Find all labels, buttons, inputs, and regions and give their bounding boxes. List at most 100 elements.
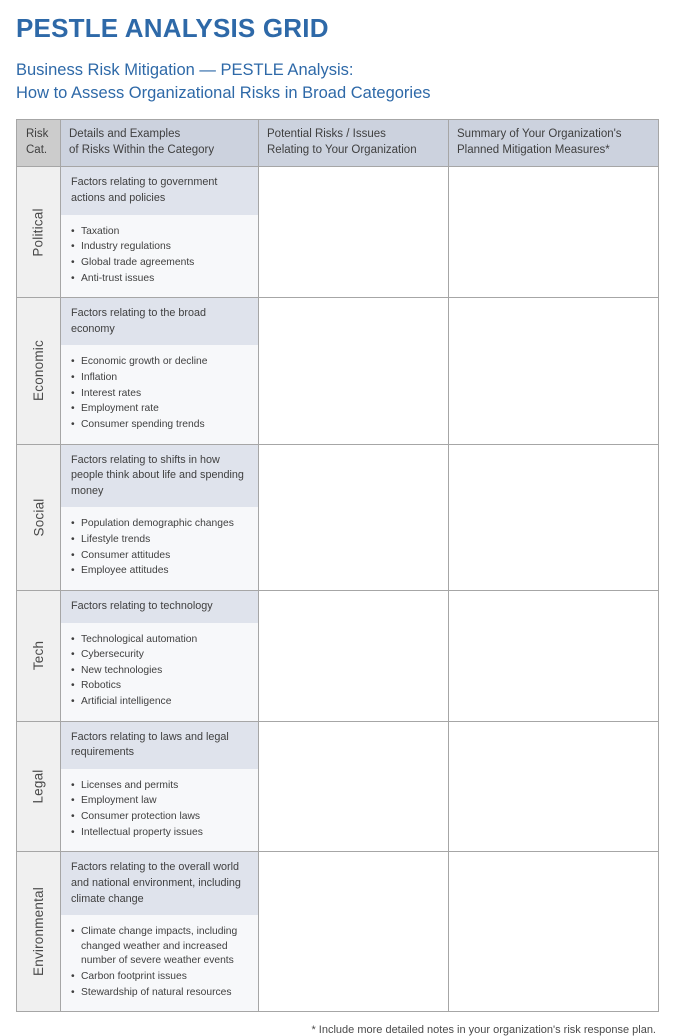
list-item: Interest rates: [71, 387, 250, 402]
list-item: Inflation: [71, 371, 250, 386]
risk-category-label: Economic: [31, 340, 46, 402]
details-cell: Factors relating to shifts in how people…: [60, 443, 259, 591]
mitigation-summary-cell[interactable]: [448, 166, 659, 299]
list-item: Anti-trust issues: [71, 272, 250, 287]
table-row: TechFactors relating to technologyTechno…: [16, 589, 659, 722]
risk-category-cell: Social: [16, 443, 61, 591]
details-cell: Factors relating to the overall world an…: [60, 851, 259, 1013]
risk-category-cell: Tech: [16, 589, 61, 722]
mitigation-summary-cell[interactable]: [448, 297, 659, 445]
table-header-row: Risk Cat. Details and Examples of Risks …: [16, 119, 659, 168]
risk-category-rotated-label: Tech: [17, 591, 60, 721]
header-details-line-2: of Risks Within the Category: [69, 143, 215, 156]
risk-category-rotated-label: Legal: [17, 722, 60, 852]
table-row: Legal Factors relating to laws and legal …: [16, 720, 659, 853]
footnote: * Include more detailed notes in your or…: [311, 1024, 656, 1036]
list-item: Employment law: [71, 794, 250, 809]
list-item: Economic growth or decline: [71, 355, 250, 370]
mitigation-summary-cell[interactable]: [448, 851, 659, 1013]
list-item: Consumer attitudes: [71, 549, 250, 564]
table-row: Environmental Factors relating to the ove…: [16, 851, 659, 1013]
list-item: Climate change impacts, including change…: [71, 925, 250, 969]
details-bullet-list: TaxationIndustry regulationsGlobal trade…: [61, 214, 258, 298]
potential-risks-cell[interactable]: [258, 851, 449, 1013]
risk-category-cell: Legal: [16, 720, 61, 853]
table-row: Social Factors relating to shifts in how …: [16, 443, 659, 591]
list-item: Stewardship of natural resources: [71, 986, 250, 1001]
header-potential-risks: Potential Risks / Issues Relating to You…: [258, 119, 449, 168]
pestle-grid-table: Risk Cat. Details and Examples of Risks …: [16, 119, 659, 1013]
list-item: Technological automation: [71, 633, 250, 648]
details-cell: Factors relating to laws and legal requi…: [60, 720, 259, 853]
header-details-line-1: Details and Examples: [69, 128, 181, 141]
risk-category-rotated-label: Political: [17, 167, 60, 297]
header-risk-category: Risk Cat.: [16, 119, 61, 168]
risk-category-label: Political: [31, 208, 47, 257]
details-bullet-list: Economic growth or declineInflationInter…: [61, 345, 258, 444]
table-row: Political Factors relating to government …: [16, 166, 659, 299]
risk-category-label: Social: [30, 498, 46, 537]
details-description: Factors relating to the overall world an…: [61, 852, 258, 916]
grid-wrapper: Risk Cat. Details and Examples of Risks …: [0, 119, 674, 1013]
subtitle-line-1: Business Risk Mitigation — PESTLE Analys…: [16, 60, 354, 79]
list-item: Robotics: [71, 679, 250, 694]
details-cell: Factors relating to technologyTechnologi…: [60, 589, 259, 722]
potential-risks-cell[interactable]: [258, 720, 449, 853]
risk-category-rotated-label: Economic: [17, 298, 60, 443]
pestle-analysis-page: PESTLE ANALYSIS GRID Business Risk Mitig…: [0, 0, 674, 1036]
list-item: Carbon footprint issues: [71, 970, 250, 985]
title-block: PESTLE ANALYSIS GRID Business Risk Mitig…: [0, 0, 674, 105]
mitigation-summary-cell[interactable]: [448, 589, 659, 722]
table-row: Economic Factors relating to the broad ec…: [16, 297, 659, 445]
list-item: Population demographic changes: [71, 517, 250, 532]
details-description: Factors relating to laws and legal requi…: [61, 721, 258, 769]
details-cell: Factors relating to government actions a…: [60, 166, 259, 299]
risk-category-cell: Political: [16, 166, 61, 299]
header-mitigation-summary: Summary of Your Organization's Planned M…: [448, 119, 659, 168]
potential-risks-cell[interactable]: [258, 589, 449, 722]
details-description: Factors relating to technology: [61, 590, 258, 623]
details-bullet-list: Climate change impacts, including change…: [61, 915, 258, 1012]
page-title: PESTLE ANALYSIS GRID: [16, 13, 329, 43]
list-item: Global trade agreements: [71, 256, 250, 271]
list-item: Cybersecurity: [71, 648, 250, 663]
details-bullet-list: Technological automationCybersecurityNew…: [61, 622, 258, 721]
risk-category-label: Tech: [30, 641, 46, 671]
details-description: Factors relating to the broad economy: [61, 298, 258, 346]
details-bullet-list: Population demographic changesLifestyle …: [61, 507, 258, 590]
details-description: Factors relating to shifts in how people…: [61, 444, 258, 508]
list-item: Intellectual property issues: [71, 826, 250, 841]
mitigation-summary-cell[interactable]: [448, 443, 659, 591]
risk-category-label: Legal: [30, 769, 46, 804]
potential-risks-cell[interactable]: [258, 443, 449, 591]
risk-category-cell: Economic: [16, 297, 61, 445]
list-item: Artificial intelligence: [71, 695, 250, 710]
details-bullet-list: Licenses and permitsEmployment lawConsum…: [61, 768, 258, 852]
subtitle-line-2: How to Assess Organizational Risks in Br…: [16, 84, 431, 103]
table-header: Risk Cat. Details and Examples of Risks …: [16, 119, 659, 168]
potential-risks-cell[interactable]: [258, 297, 449, 445]
list-item: New technologies: [71, 664, 250, 679]
list-item: Lifestyle trends: [71, 533, 250, 548]
list-item: Employment rate: [71, 402, 250, 417]
table-body: Political Factors relating to government …: [16, 166, 659, 1013]
list-item: Licenses and permits: [71, 779, 250, 794]
list-item: Consumer spending trends: [71, 418, 250, 433]
list-item: Consumer protection laws: [71, 810, 250, 825]
mitigation-summary-cell[interactable]: [448, 720, 659, 853]
header-mitigation-summary-line-2: Planned Mitigation Measures*: [457, 143, 610, 156]
list-item: Industry regulations: [71, 240, 250, 255]
list-item: Taxation: [71, 225, 250, 240]
details-cell: Factors relating to the broad economyEco…: [60, 297, 259, 445]
header-potential-risks-line-1: Potential Risks / Issues: [267, 128, 386, 141]
risk-category-rotated-label: Social: [17, 445, 60, 590]
header-potential-risks-line-2: Relating to Your Organization: [267, 143, 417, 156]
page-subtitle: Business Risk Mitigation — PESTLE Analys…: [16, 59, 658, 106]
risk-category-rotated-label: Environmental: [17, 852, 60, 1011]
risk-category-cell: Environmental: [16, 851, 61, 1013]
list-item: Employee attitudes: [71, 564, 250, 579]
risk-category-label: Environmental: [31, 887, 46, 977]
potential-risks-cell[interactable]: [258, 166, 449, 299]
header-details: Details and Examples of Risks Within the…: [60, 119, 259, 168]
header-risk-category-line-1: Risk: [26, 128, 49, 141]
